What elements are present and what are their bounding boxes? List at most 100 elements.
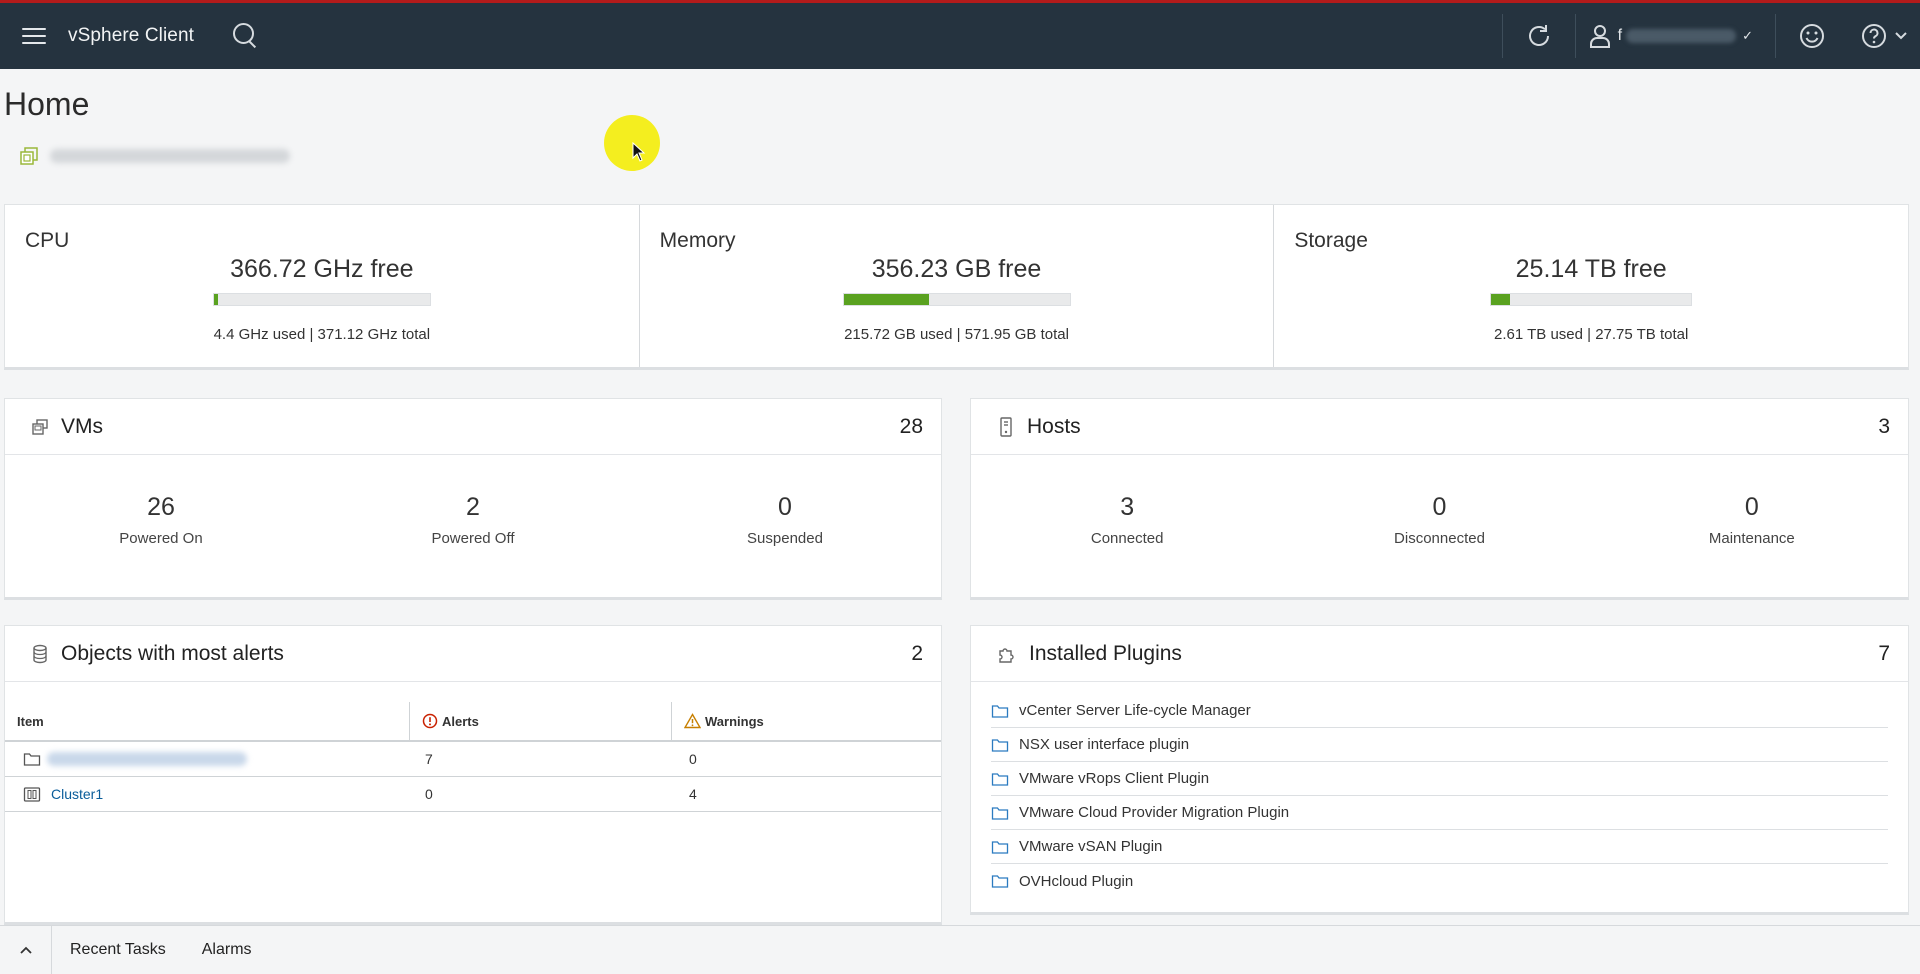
- expand-panel-button[interactable]: [0, 926, 52, 974]
- folder-icon: [991, 738, 1009, 752]
- host-stat-maintenance[interactable]: 0 Maintenance: [1622, 493, 1882, 547]
- list-item[interactable]: VMware vSAN Plugin: [991, 830, 1888, 864]
- column-header-alerts[interactable]: Alerts: [409, 702, 671, 740]
- column-header-item[interactable]: Item: [5, 702, 409, 740]
- host-icon: [1000, 416, 1012, 437]
- hosts-count: 3: [1878, 414, 1890, 438]
- error-icon: [422, 713, 438, 729]
- stat-value: 0: [778, 493, 792, 521]
- vm-stat-powered-off[interactable]: 2 Powered Off: [343, 493, 603, 547]
- user-menu-button[interactable]: f ✓: [1576, 3, 1775, 69]
- refresh-button[interactable]: [1503, 3, 1575, 69]
- alerts-count: 2: [911, 641, 923, 665]
- storage-usage-bar: [1490, 293, 1693, 306]
- list-item[interactable]: vCenter Server Life-cycle Manager: [991, 694, 1888, 728]
- resources-card: CPU 366.72 GHz free 4.4 GHz used | 371.1…: [4, 204, 1909, 370]
- folder-icon: [991, 772, 1009, 786]
- list-item[interactable]: VMware Cloud Provider Migration Plugin: [991, 796, 1888, 830]
- stat-label: Powered Off: [431, 530, 515, 547]
- folder-icon: [23, 753, 41, 766]
- vm-icon: [32, 418, 48, 435]
- feedback-button[interactable]: [1776, 3, 1848, 69]
- smiley-icon: [1800, 24, 1824, 48]
- cpu-free: 366.72 GHz free: [230, 255, 414, 283]
- database-icon: [33, 644, 47, 663]
- item-cell: [5, 742, 409, 776]
- plugin-name: VMware vRops Client Plugin: [1019, 770, 1210, 787]
- menu-icon[interactable]: [22, 23, 46, 49]
- memory-title: Memory: [659, 229, 736, 252]
- vm-stat-suspended[interactable]: 0 Suspended: [655, 493, 915, 547]
- folder-icon: [991, 704, 1009, 718]
- list-item[interactable]: NSX user interface plugin: [991, 728, 1888, 762]
- search-icon[interactable]: [230, 21, 260, 51]
- vms-card: VMs 28 26 Powered On 2 Powered Off 0 Sus…: [4, 398, 942, 600]
- stat-label: Maintenance: [1708, 530, 1795, 547]
- page-title: Home: [4, 86, 90, 122]
- stat-value: 26: [147, 493, 175, 521]
- cpu-usage-text: 4.4 GHz used | 371.12 GHz total: [213, 326, 431, 343]
- memory-free: 356.23 GB free: [871, 255, 1042, 283]
- vcenter-name-redacted: [50, 149, 290, 163]
- chevron-down-icon: [1895, 32, 1907, 40]
- stat-label: Powered On: [119, 530, 203, 547]
- host-stat-connected[interactable]: 3 Connected: [997, 493, 1257, 547]
- stat-value: 2: [466, 493, 480, 521]
- plugin-name: OVHcloud Plugin: [1019, 872, 1134, 890]
- plugins-count: 7: [1878, 641, 1890, 665]
- table-row[interactable]: Cluster1 0 4: [5, 777, 941, 812]
- table-header: Item Alerts Warnings: [5, 702, 941, 742]
- alerts-table: Item Alerts Warnings 7 0 Cluster1 0 4: [5, 702, 941, 812]
- stat-label: Suspended: [747, 530, 823, 547]
- item-cell: Cluster1: [5, 777, 409, 811]
- stat-value: 0: [1744, 493, 1759, 521]
- list-item[interactable]: OVHcloud Plugin: [991, 864, 1888, 898]
- alerts-title: Objects with most alerts: [61, 641, 284, 665]
- hosts-card: Hosts 3 3 Connected 0 Disconnected 0 Mai…: [970, 398, 1909, 600]
- column-label: Item: [17, 713, 44, 729]
- plugin-name: VMware Cloud Provider Migration Plugin: [1019, 804, 1290, 821]
- stat-label: Connected: [1090, 530, 1164, 547]
- vcenter-selector[interactable]: [20, 147, 290, 165]
- app-title[interactable]: vSphere Client: [68, 25, 194, 47]
- vms-title[interactable]: VMs: [61, 415, 103, 439]
- vms-card-header: VMs 28: [5, 399, 941, 455]
- plugins-card: Installed Plugins 7 vCenter Server Life-…: [970, 625, 1909, 915]
- plugins-card-header: Installed Plugins 7: [971, 626, 1908, 682]
- vms-count: 28: [899, 414, 923, 438]
- chevron-up-icon: [19, 946, 32, 954]
- alerts-cell: 7: [425, 751, 433, 767]
- recent-tasks-tab[interactable]: Recent Tasks: [70, 941, 166, 959]
- stat-label: Disconnected: [1394, 530, 1485, 547]
- storage-usage-text: 2.61 TB used | 27.75 TB total: [1494, 326, 1689, 343]
- bottom-panel-bar: Recent Tasks Alarms: [0, 925, 1920, 974]
- stat-value: 0: [1432, 493, 1447, 521]
- user-name: f: [1617, 27, 1623, 44]
- table-row[interactable]: 7 0: [5, 742, 941, 777]
- alerts-card: Objects with most alerts 2 Item Alerts W: [4, 625, 942, 925]
- top-navigation-bar: vSphere Client f ✓: [0, 0, 1920, 69]
- folder-icon: [991, 875, 1009, 888]
- plugins-title: Installed Plugins: [1029, 641, 1182, 665]
- folder-icon: [991, 840, 1009, 854]
- warnings-cell: 4: [689, 786, 697, 802]
- cluster-link[interactable]: Cluster1: [51, 786, 103, 802]
- plugin-name: vCenter Server Life-cycle Manager: [1019, 702, 1251, 719]
- hosts-stats: 3 Connected 0 Disconnected 0 Maintenance: [971, 455, 1908, 547]
- alerts-card-header: Objects with most alerts 2: [5, 626, 941, 682]
- user-name-redacted: [1626, 29, 1737, 43]
- vm-stat-powered-on[interactable]: 26 Powered On: [31, 493, 291, 547]
- cpu-panel: CPU 366.72 GHz free 4.4 GHz used | 371.1…: [5, 205, 639, 367]
- column-header-warnings[interactable]: Warnings: [671, 702, 941, 740]
- column-label: Warnings: [705, 713, 764, 729]
- item-name-redacted[interactable]: [47, 752, 247, 766]
- help-button[interactable]: [1848, 3, 1920, 69]
- header-actions: f ✓: [1501, 3, 1920, 69]
- alarms-tab[interactable]: Alarms: [202, 941, 252, 959]
- plugin-name: NSX user interface plugin: [1019, 736, 1190, 753]
- hosts-title[interactable]: Hosts: [1027, 415, 1081, 439]
- list-item[interactable]: VMware vRops Client Plugin: [991, 762, 1888, 796]
- host-stat-disconnected[interactable]: 0 Disconnected: [1309, 493, 1569, 547]
- refresh-icon: [1528, 25, 1549, 46]
- puzzle-icon: [999, 647, 1014, 663]
